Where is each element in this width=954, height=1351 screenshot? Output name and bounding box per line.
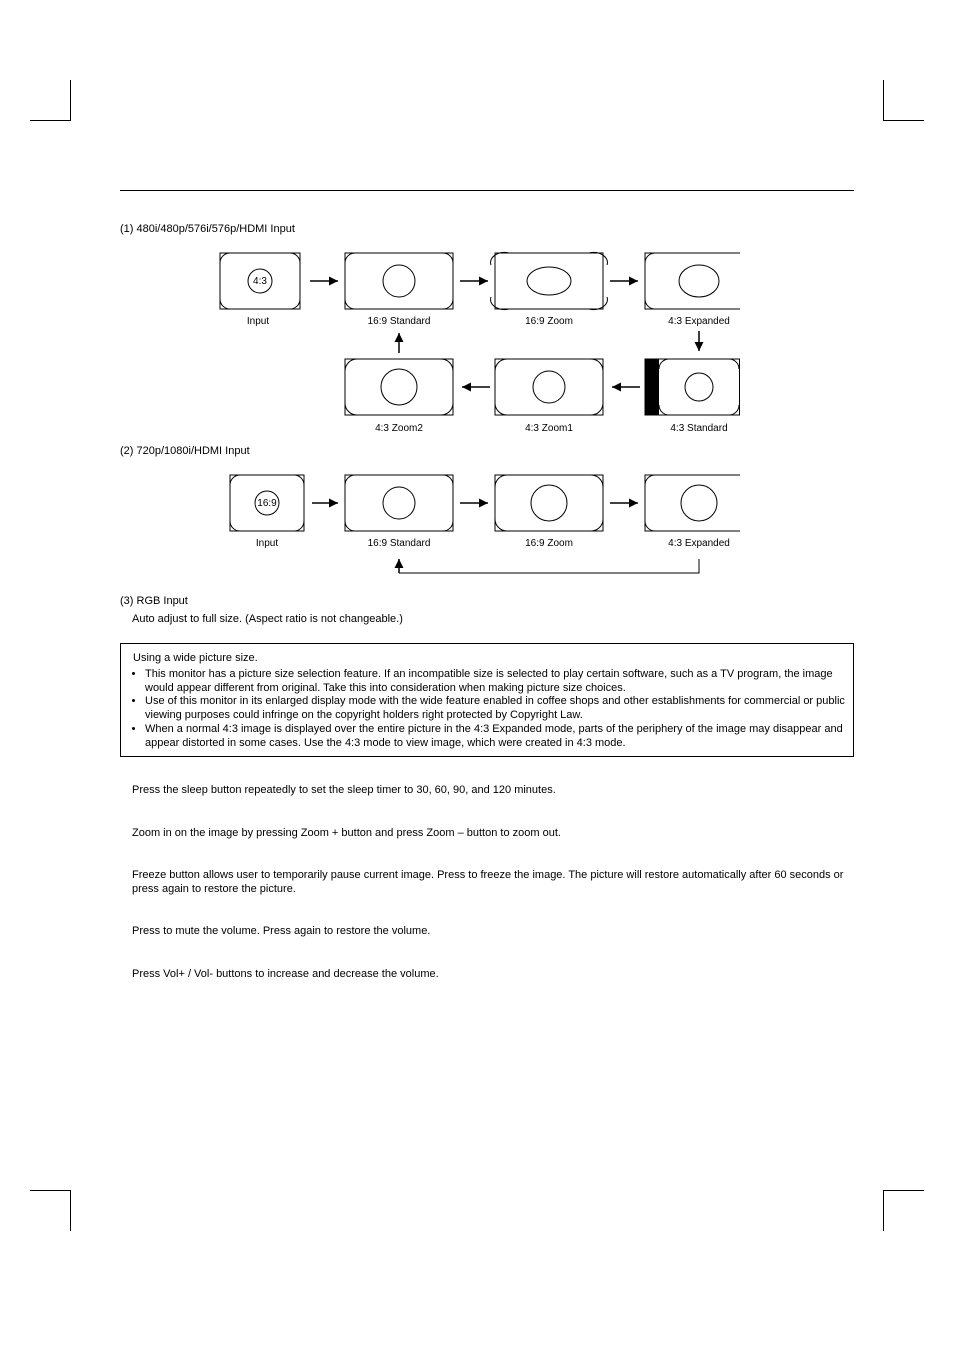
note-bullet-list: This monitor has a picture size selectio… — [127, 668, 847, 751]
section-2-diagram: 16:9 Input 16:9 Standard — [120, 463, 854, 589]
body-paragraph: Zoom in on the image by pressing Zoom + … — [132, 826, 854, 840]
body-paragraph: Press to mute the volume. Press again to… — [132, 924, 854, 938]
section-1-diagram: 4:3 Input 16:9 Standard — [120, 241, 854, 441]
page-content: (1) 480i/480p/576i/576p/HDMI Input — [120, 190, 854, 1009]
diagram-label: 4:3 Standard — [670, 423, 727, 434]
crop-mark — [30, 1190, 71, 1231]
diagram-label: 16:9 Standard — [368, 316, 431, 327]
section-3-heading: (3) RGB Input — [120, 595, 854, 607]
crop-mark — [883, 80, 924, 121]
section-2-heading: (2) 720p/1080i/HDMI Input — [120, 445, 854, 457]
section-1-heading: (1) 480i/480p/576i/576p/HDMI Input — [120, 223, 854, 235]
section-3: (3) RGB Input Auto adjust to full size. … — [120, 595, 854, 625]
diagram-label: 16:9 Standard — [368, 538, 431, 549]
horizontal-rule — [120, 190, 854, 191]
diagram-label: Input — [256, 538, 278, 549]
diagram-label: 16:9 Zoom — [525, 538, 573, 549]
body-paragraph: Press the sleep button repeatedly to set… — [132, 783, 854, 797]
diagram-label: 4:3 Expanded — [668, 538, 730, 549]
crop-mark — [30, 80, 71, 121]
body-paragraph: Press Vol+ / Vol- buttons to increase an… — [132, 967, 854, 981]
diagram-label: 4:3 Zoom1 — [525, 423, 573, 434]
crop-mark — [883, 1190, 924, 1231]
aspect-ratio-label: 4:3 — [253, 276, 267, 287]
diagram-label: Input — [247, 316, 269, 327]
note-box: Using a wide picture size. This monitor … — [120, 643, 854, 757]
diagram-label: 16:9 Zoom — [525, 316, 573, 327]
document-page: (1) 480i/480p/576i/576p/HDMI Input — [0, 0, 954, 1351]
aspect-ratio-label: 16:9 — [257, 498, 277, 509]
note-bullet: This monitor has a picture size selectio… — [145, 668, 847, 696]
note-bullet: Use of this monitor in its enlarged disp… — [145, 695, 847, 723]
note-title: Using a wide picture size. — [133, 652, 847, 666]
body-paragraph: Freeze button allows user to temporarily… — [132, 868, 854, 897]
note-bullet: When a normal 4:3 image is displayed ove… — [145, 723, 847, 751]
section-3-body: Auto adjust to full size. (Aspect ratio … — [132, 613, 854, 625]
diagram-label: 4:3 Zoom2 — [375, 423, 423, 434]
diagram-label: 4:3 Expanded — [668, 316, 730, 327]
